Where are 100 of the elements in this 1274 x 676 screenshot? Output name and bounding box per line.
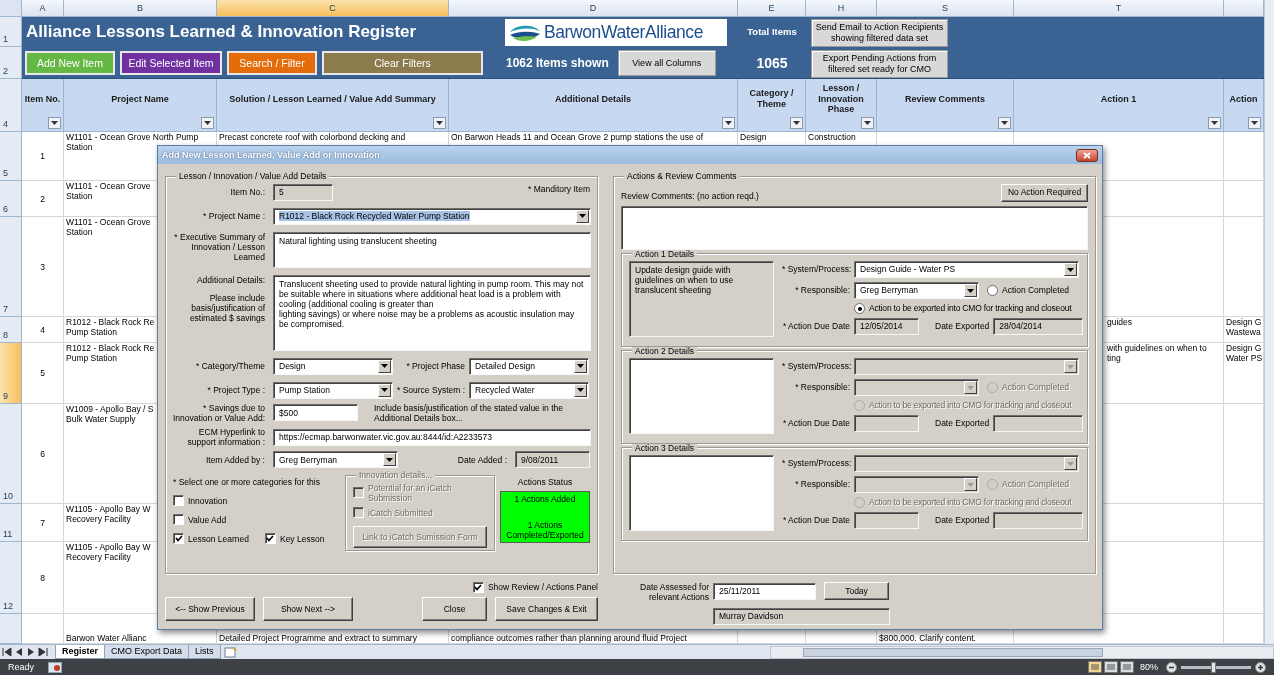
dropdown-field[interactable]: Detailed Design	[469, 357, 589, 375]
savings-field[interactable]: $500	[273, 404, 358, 422]
row-header[interactable]: 4	[0, 79, 22, 132]
filter-button[interactable]	[861, 117, 874, 129]
first-sheet-icon[interactable]	[2, 647, 12, 657]
last-sheet-icon[interactable]	[38, 647, 48, 657]
no-action-button[interactable]: No Action Required	[1001, 183, 1088, 202]
toolbar-button[interactable]: Clear Filters	[322, 51, 483, 75]
checkbox[interactable]	[472, 582, 484, 593]
hyperlink-field[interactable]: https://ecmap.barwonwater.vic.gov.au:8444/id:A2233573	[273, 428, 591, 446]
checkbox[interactable]	[173, 533, 184, 545]
dropdown-button[interactable]	[574, 383, 587, 397]
dropdown-field[interactable]: Pump Station	[273, 381, 393, 399]
field-label: * Project Type :	[206, 384, 265, 396]
filter-button[interactable]	[201, 117, 214, 129]
dropdown-field[interactable]: Recycled Water	[469, 381, 589, 399]
column-header[interactable]: E	[738, 0, 806, 17]
dropdown-field[interactable]: Greg Berryman	[854, 282, 979, 299]
dropdown-button[interactable]	[964, 284, 977, 297]
column-header[interactable]: H	[806, 0, 877, 17]
toolbar-button[interactable]: Edit Selected Item	[120, 51, 222, 75]
row-header[interactable]: 2	[0, 47, 22, 79]
field-label: * Responsible:	[794, 285, 850, 296]
sheet-tab[interactable]: CMO Export Data	[104, 645, 190, 659]
dropdown-arrow-icon	[864, 121, 871, 125]
dropdown-arrow-icon	[967, 385, 974, 390]
page-layout-view-icon[interactable]	[1104, 661, 1118, 673]
dropdown-field[interactable]: Design Guide - Water PS	[854, 261, 1079, 278]
filter-button[interactable]	[1208, 117, 1221, 129]
dropdown-button[interactable]	[378, 383, 391, 397]
sheet-tab[interactable]: Register	[55, 645, 105, 659]
dialog-button[interactable]: <-- Show Previous	[165, 597, 255, 621]
summary-field[interactable]: Natural lighting using translucent sheeting	[273, 231, 591, 268]
row-header[interactable]: 6	[0, 181, 22, 217]
row-header[interactable]: 1	[0, 17, 22, 47]
macro-record-icon[interactable]	[48, 661, 62, 673]
dropdown-button[interactable]	[378, 359, 391, 373]
filter-button[interactable]	[433, 117, 446, 129]
sheet-tab[interactable]: Lists	[188, 645, 221, 659]
checkbox[interactable]	[264, 533, 276, 545]
radio-button[interactable]	[854, 303, 865, 314]
checkbox[interactable]	[173, 495, 184, 507]
view-columns-button[interactable]: View all Columns	[617, 50, 716, 76]
row-header[interactable]: 10	[0, 404, 22, 504]
group-label: Action 3 Details	[632, 443, 698, 452]
close-button[interactable]	[1076, 148, 1098, 162]
filter-button[interactable]	[48, 117, 61, 129]
dropdown-button[interactable]	[1064, 263, 1077, 276]
sheet-button[interactable]: Export Pending Actions from filtered set ready for CMO	[811, 49, 948, 78]
field-label: * System/Process:	[782, 458, 850, 469]
vertical-scrollbar[interactable]	[1264, 0, 1274, 644]
dropdown-button[interactable]	[576, 209, 589, 223]
row-header[interactable]: 7	[0, 217, 22, 317]
radio-button[interactable]	[987, 285, 998, 296]
today-button[interactable]: Today	[824, 582, 889, 600]
dropdown-button[interactable]	[574, 359, 587, 373]
dropdown-field[interactable]: R1012 - Black Rock Recycled Water Pump Station	[273, 207, 591, 225]
checkbox-label: iCatch Submitted	[368, 507, 433, 518]
row-header[interactable]: 11	[0, 504, 22, 542]
column-header[interactable]: B	[64, 0, 217, 17]
filter-button[interactable]	[790, 117, 803, 129]
column-header[interactable]: T	[1014, 0, 1224, 17]
dialog-button[interactable]: Show Next -->	[263, 597, 353, 621]
dropdown-button[interactable]	[383, 453, 396, 467]
dialog-button[interactable]: Close	[422, 597, 487, 621]
dialog-button[interactable]: Save Changes & Exit	[495, 597, 598, 621]
column-header[interactable]: D	[449, 0, 738, 17]
table-cell: Water PS	[1226, 353, 1263, 363]
hint-text: Please include basis/justification of estimated $ savings	[188, 292, 265, 324]
table-cell: 8	[40, 572, 45, 583]
dropdown-arrow-icon	[1067, 364, 1074, 369]
date-assessed-field[interactable]: 25/11/2011	[713, 582, 816, 600]
row-header[interactable]: 12	[0, 542, 22, 614]
details-field[interactable]: Translucent sheeting used to provide natural lighting in pump room. This may not be suitable where in situations where additional heat load is a problem with cooling (additional cooling is greater than lighting savings) or where noise may be a problems as acoustic insulation may be compromised.	[273, 274, 591, 351]
dropdown-field[interactable]: Design	[273, 357, 393, 375]
page-break-view-icon[interactable]	[1120, 661, 1134, 673]
dropdown-field[interactable]: Greg Berryman	[273, 451, 398, 469]
next-sheet-icon[interactable]	[26, 647, 36, 657]
table-cell: R1012 - Black Rock Re	[66, 317, 155, 327]
column-header[interactable]: C	[217, 0, 449, 17]
checkbox[interactable]	[173, 514, 184, 526]
column-header[interactable]: S	[877, 0, 1014, 17]
zoom-out-icon[interactable]	[1166, 661, 1177, 673]
row-header[interactable]: 8	[0, 317, 22, 343]
normal-view-icon[interactable]	[1088, 661, 1102, 673]
dropdown-arrow-icon	[967, 482, 974, 487]
filter-button[interactable]	[998, 117, 1011, 129]
zoom-slider-thumb[interactable]	[1210, 661, 1216, 673]
sheet-button[interactable]: Send Email to Action Recipients showing filtered data set	[811, 18, 948, 47]
filter-button[interactable]	[722, 117, 735, 129]
assessor-field: Murray Davidson	[713, 608, 890, 625]
zoom-in-icon[interactable]	[1255, 661, 1266, 673]
horizontal-scrollbar[interactable]	[770, 645, 1274, 659]
description-field[interactable]: Update design guide with guidelines on when to use translucent sheeting	[629, 261, 774, 337]
previous-sheet-icon[interactable]	[14, 647, 24, 657]
filter-button[interactable]	[1248, 117, 1261, 129]
row-header[interactable]: 5	[0, 132, 22, 181]
row-header[interactable]: 9	[0, 343, 22, 404]
column-header[interactable]: A	[22, 0, 64, 17]
review-comments-field[interactable]	[621, 205, 1088, 250]
